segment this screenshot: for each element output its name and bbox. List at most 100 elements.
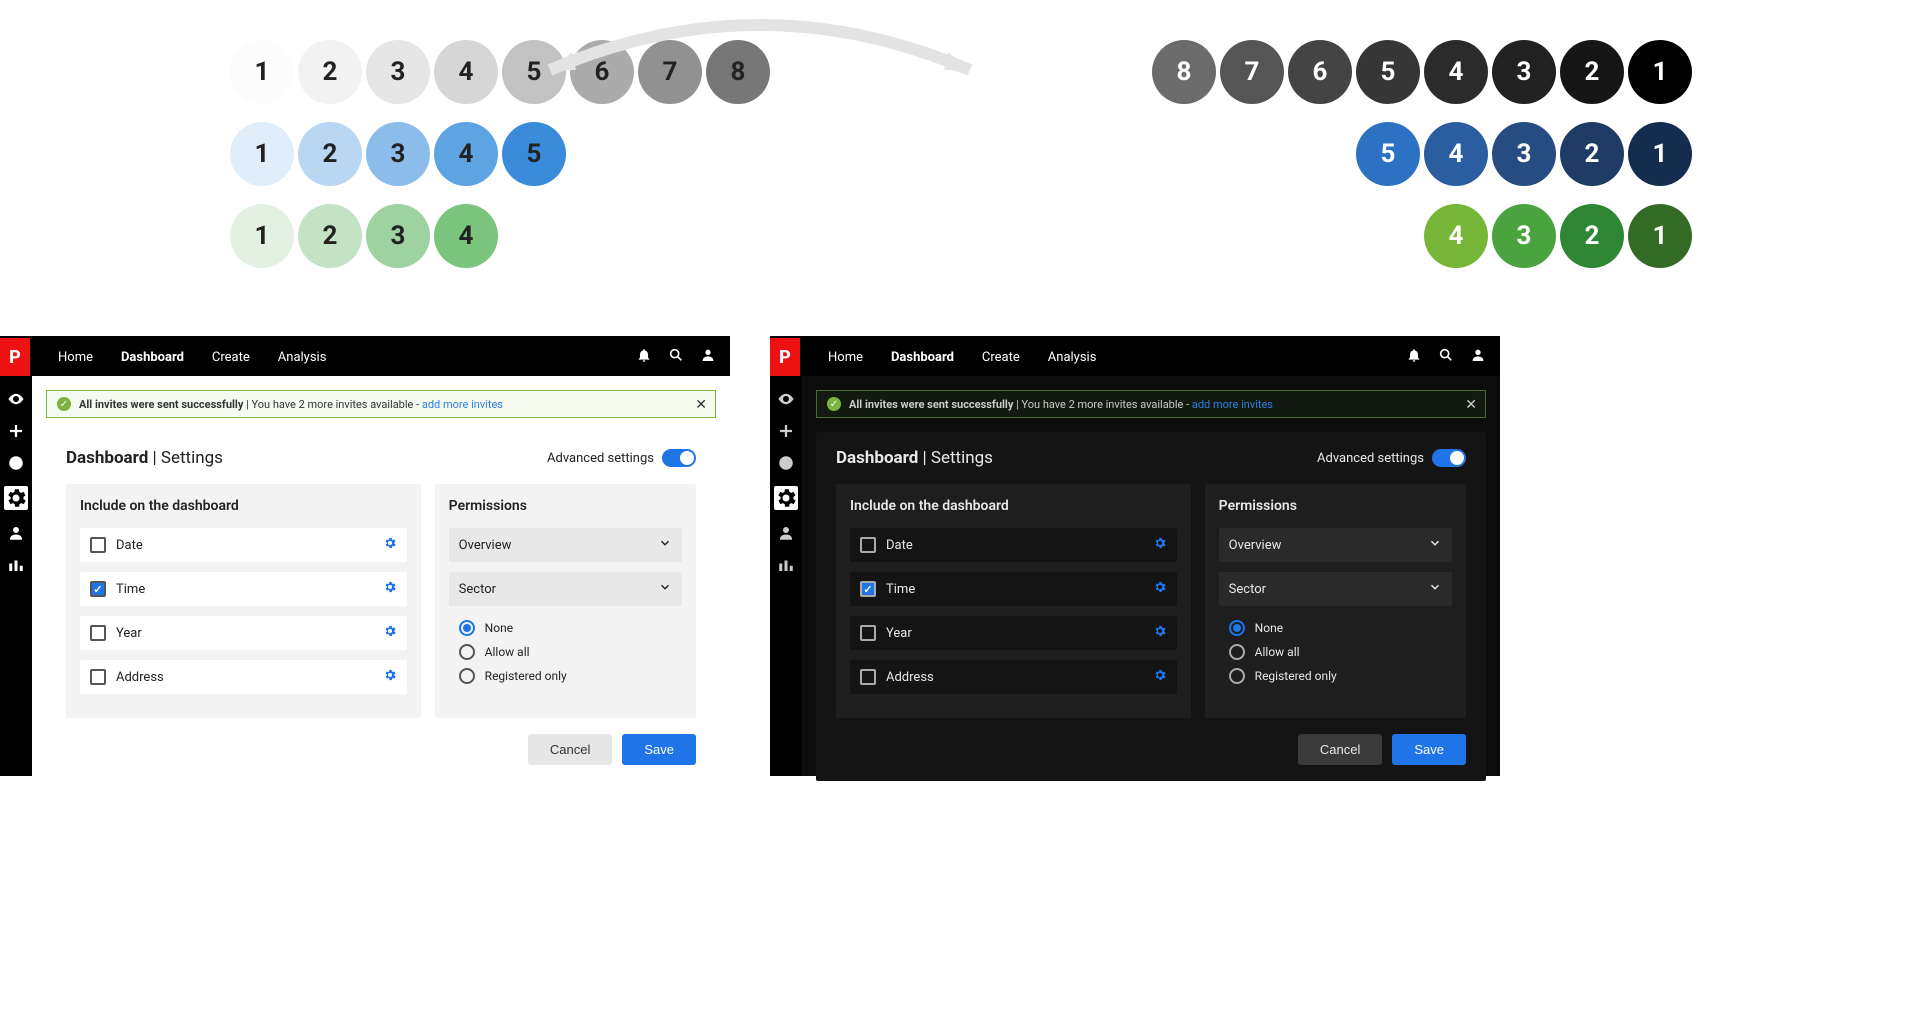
alert-link[interactable]: add more invites bbox=[1192, 398, 1273, 411]
swatch: 1 bbox=[1628, 122, 1692, 186]
swatch: 2 bbox=[298, 204, 362, 268]
include-section: Include on the dashboardDateTimeYearAddr… bbox=[66, 484, 421, 718]
gear-icon[interactable] bbox=[1153, 536, 1167, 554]
sidebar-settings-icon[interactable] bbox=[774, 486, 798, 510]
radio-none[interactable]: None bbox=[1219, 616, 1452, 640]
nav-item-analysis[interactable]: Analysis bbox=[278, 350, 327, 365]
swatch: 8 bbox=[1152, 40, 1216, 104]
swatch: 2 bbox=[1560, 204, 1624, 268]
nav-item-dashboard[interactable]: Dashboard bbox=[891, 350, 954, 365]
alert-banner: ✓All invites were sent successfully | Yo… bbox=[816, 390, 1486, 418]
checkbox[interactable] bbox=[90, 625, 106, 641]
settings-panel: Dashboard | SettingsAdvanced settingsInc… bbox=[46, 432, 716, 781]
swatch: 1 bbox=[1628, 204, 1692, 268]
swatch: 5 bbox=[1356, 40, 1420, 104]
radio-registered-only[interactable]: Registered only bbox=[449, 664, 682, 688]
save-button[interactable]: Save bbox=[622, 734, 696, 765]
sidebar-users-icon[interactable] bbox=[7, 524, 25, 542]
checkbox[interactable] bbox=[860, 537, 876, 553]
swatch: 3 bbox=[1492, 122, 1556, 186]
checkbox[interactable] bbox=[860, 625, 876, 641]
sidebar-users-icon[interactable] bbox=[777, 524, 795, 542]
search-icon[interactable] bbox=[1438, 347, 1454, 367]
advanced-toggle[interactable] bbox=[662, 449, 696, 467]
dashboard-mock-light: PHomeDashboardCreateAnalysis✓All invites… bbox=[0, 336, 730, 776]
radio-button[interactable] bbox=[459, 668, 475, 684]
swatch: 2 bbox=[1560, 122, 1624, 186]
sidebar bbox=[0, 376, 32, 776]
gear-icon[interactable] bbox=[1153, 668, 1167, 686]
gear-icon[interactable] bbox=[383, 668, 397, 686]
close-icon[interactable]: ✕ bbox=[1465, 397, 1477, 413]
dropdown-overview[interactable]: Overview bbox=[449, 528, 682, 562]
account-icon[interactable] bbox=[1470, 347, 1486, 367]
gear-icon[interactable] bbox=[1153, 624, 1167, 642]
logo[interactable]: P bbox=[0, 338, 30, 376]
sidebar-settings-icon[interactable] bbox=[4, 486, 28, 510]
radio-button[interactable] bbox=[1229, 620, 1245, 636]
checkbox[interactable] bbox=[860, 581, 876, 597]
logo[interactable]: P bbox=[770, 338, 800, 376]
nav-item-create[interactable]: Create bbox=[212, 350, 250, 365]
sidebar-view-icon[interactable] bbox=[7, 390, 25, 408]
gear-icon[interactable] bbox=[1153, 580, 1167, 598]
dropdown-label: Sector bbox=[459, 582, 496, 597]
dropdown-sector[interactable]: Sector bbox=[1219, 572, 1452, 606]
swatch: 3 bbox=[1492, 204, 1556, 268]
include-heading: Include on the dashboard bbox=[80, 498, 407, 514]
notifications-icon[interactable] bbox=[636, 347, 652, 367]
permissions-section: PermissionsOverviewSectorNoneAllow allRe… bbox=[1205, 484, 1466, 718]
close-icon[interactable]: ✕ bbox=[695, 397, 707, 413]
notifications-icon[interactable] bbox=[1406, 347, 1422, 367]
sidebar-analytics-icon[interactable] bbox=[7, 556, 25, 574]
include-row-address: Address bbox=[850, 660, 1177, 694]
save-button[interactable]: Save bbox=[1392, 734, 1466, 765]
radio-label: Allow all bbox=[1255, 645, 1300, 659]
sidebar-add-icon[interactable] bbox=[7, 422, 25, 440]
cancel-button[interactable]: Cancel bbox=[528, 734, 612, 765]
dropdown-sector[interactable]: Sector bbox=[449, 572, 682, 606]
nav-item-analysis[interactable]: Analysis bbox=[1048, 350, 1097, 365]
radio-button[interactable] bbox=[459, 620, 475, 636]
radio-button[interactable] bbox=[459, 644, 475, 660]
include-label: Date bbox=[886, 538, 913, 553]
sidebar-analytics-icon[interactable] bbox=[777, 556, 795, 574]
checkbox[interactable] bbox=[90, 581, 106, 597]
include-row-address: Address bbox=[80, 660, 407, 694]
dashboard-mock-dark: P Home Dashboard Create Analysis ✓All invites… bbox=[770, 336, 1500, 776]
checkbox[interactable] bbox=[90, 537, 106, 553]
swatch: 1 bbox=[1628, 40, 1692, 104]
sidebar-view-icon[interactable] bbox=[777, 390, 795, 408]
radio-allow-all[interactable]: Allow all bbox=[449, 640, 682, 664]
checkbox[interactable] bbox=[860, 669, 876, 685]
dropdown-overview[interactable]: Overview bbox=[1219, 528, 1452, 562]
topnav: Home Dashboard Create Analysis bbox=[58, 350, 326, 365]
gear-icon[interactable] bbox=[383, 580, 397, 598]
checkbox[interactable] bbox=[90, 669, 106, 685]
alert-link[interactable]: add more invites bbox=[422, 398, 503, 411]
gear-icon[interactable] bbox=[383, 624, 397, 642]
radio-allow-all[interactable]: Allow all bbox=[1219, 640, 1452, 664]
search-icon[interactable] bbox=[668, 347, 684, 367]
radio-button[interactable] bbox=[1229, 668, 1245, 684]
include-label: Date bbox=[116, 538, 143, 553]
swatch: 7 bbox=[1220, 40, 1284, 104]
radio-button[interactable] bbox=[1229, 644, 1245, 660]
topbar: Home Dashboard Create Analysis bbox=[770, 338, 1500, 376]
sidebar-globe-icon[interactable] bbox=[777, 454, 795, 472]
nav-item-home[interactable]: Home bbox=[828, 350, 863, 365]
nav-item-dashboard[interactable]: Dashboard bbox=[121, 350, 184, 365]
advanced-toggle[interactable] bbox=[1432, 449, 1466, 467]
radio-registered-only[interactable]: Registered only bbox=[1219, 664, 1452, 688]
sidebar-add-icon[interactable] bbox=[777, 422, 795, 440]
swatch: 4 bbox=[434, 40, 498, 104]
account-icon[interactable] bbox=[700, 347, 716, 367]
nav-item-create[interactable]: Create bbox=[982, 350, 1020, 365]
radio-none[interactable]: None bbox=[449, 616, 682, 640]
include-section: Include on the dashboardDateTimeYearAddr… bbox=[836, 484, 1191, 718]
swatch: 4 bbox=[1424, 204, 1488, 268]
nav-item-home[interactable]: Home bbox=[58, 350, 93, 365]
cancel-button[interactable]: Cancel bbox=[1298, 734, 1382, 765]
gear-icon[interactable] bbox=[383, 536, 397, 554]
sidebar-globe-icon[interactable] bbox=[7, 454, 25, 472]
